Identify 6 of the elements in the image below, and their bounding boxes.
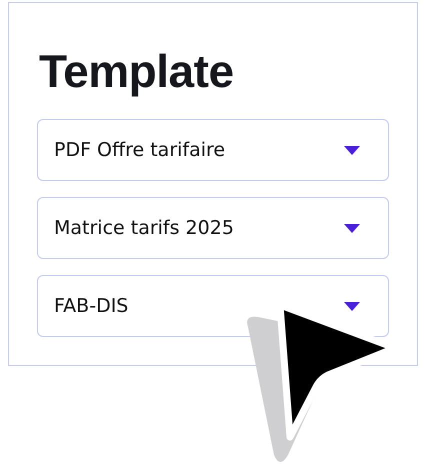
caret-icon xyxy=(344,302,360,310)
dropdown[interactable]: Matrice tarifs 2025 xyxy=(37,197,389,259)
caret-icon xyxy=(344,146,360,154)
panel-title: Template xyxy=(39,44,235,99)
dropdown[interactable]: PDF Offre tarifaire xyxy=(37,119,389,181)
caret-icon xyxy=(344,224,360,232)
